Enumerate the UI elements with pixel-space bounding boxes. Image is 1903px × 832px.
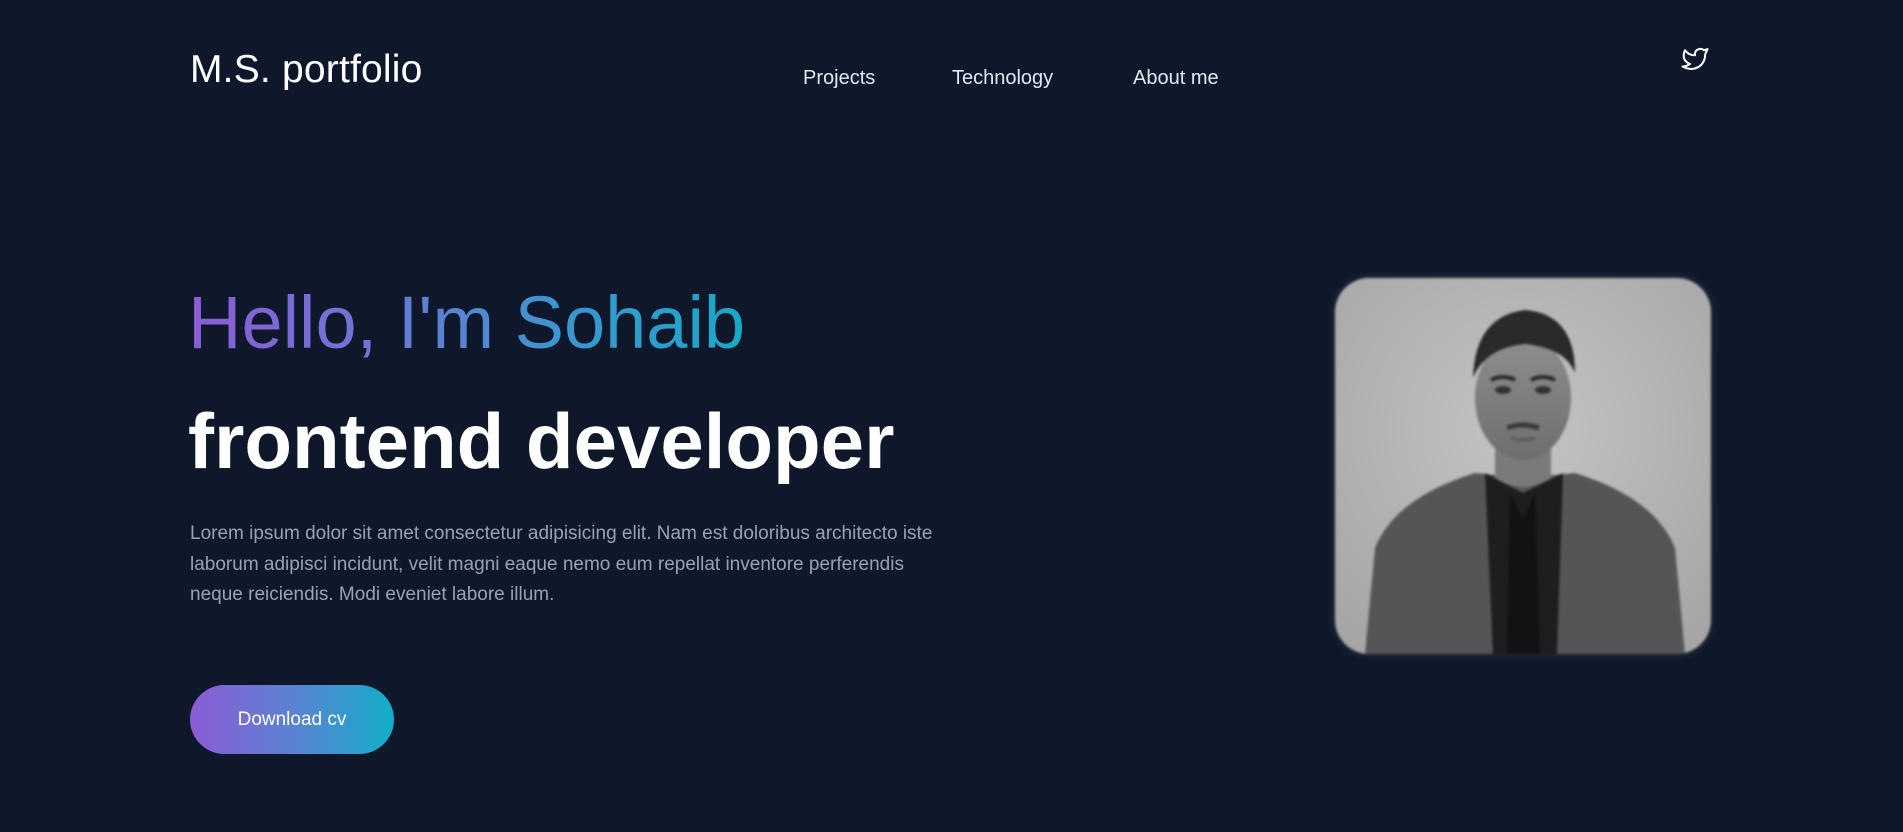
twitter-icon[interactable]	[1679, 44, 1711, 74]
hero-bio: Lorem ipsum dolor sit amet consectetur a…	[190, 523, 933, 605]
hero-greeting: Hello, I'm Sohaib	[188, 278, 745, 368]
profile-photo	[1335, 278, 1711, 654]
nav-item-projects[interactable]: Projects	[803, 67, 875, 90]
hero-role: frontend developer	[188, 397, 895, 485]
page: M.S. portfolio Projects Technology About…	[0, 0, 1903, 832]
site-logo[interactable]: M.S. portfolio	[190, 48, 423, 92]
download-cv-button[interactable]: Download cv	[190, 685, 394, 754]
nav-item-about-me[interactable]: About me	[1133, 67, 1219, 90]
nav-item-technology[interactable]: Technology	[952, 67, 1053, 90]
